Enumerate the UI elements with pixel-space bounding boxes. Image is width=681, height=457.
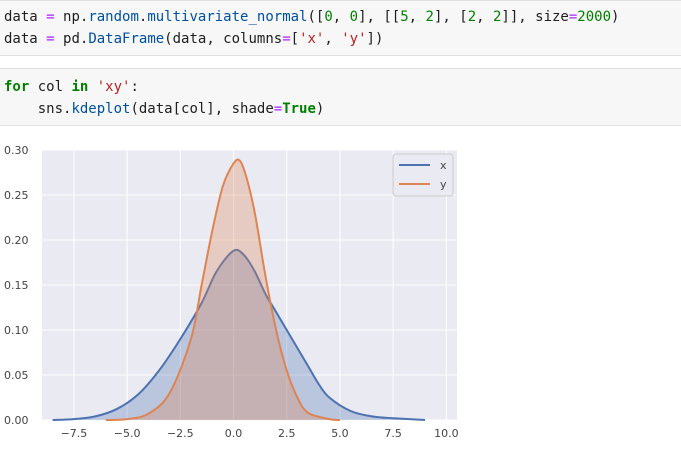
code-token: =: [46, 31, 55, 47]
code-token: random: [88, 9, 139, 25]
legend: x y: [392, 153, 454, 197]
y-tick-label: 0.25: [4, 189, 29, 202]
code-token: ]], size: [501, 9, 569, 25]
x-tick-label: 2.5: [278, 427, 296, 440]
code-token: data: [4, 9, 38, 25]
y-tick-label: 0.15: [4, 279, 29, 292]
code-token: :: [130, 79, 139, 95]
legend-label-y: y: [440, 178, 447, 191]
code-token: =: [282, 31, 291, 47]
code-token: (data, columns: [164, 31, 283, 47]
x-tick-label: 5.0: [331, 427, 349, 440]
code-token: DataFrame: [88, 31, 165, 47]
x-tick-label: −2.5: [167, 427, 194, 440]
code-cell-2[interactable]: for col in 'xy': sns.kdeplot(data[col], …: [0, 68, 681, 126]
x-tick-label: 10.0: [434, 427, 459, 440]
kde-plot: −7.5 −5.0 −2.5 0.0 2.5 5.0 7.5 10.0 0.00 0.05 0.10…: [4, 144, 459, 440]
code-token: 0: [349, 9, 359, 25]
code-cell-1[interactable]: data = np.random.multivariate_normal([0,…: [0, 0, 681, 56]
code-token: kdeplot: [71, 101, 131, 117]
code-token: sns.: [4, 101, 72, 117]
code-cell-2-source: for col in 'xy': sns.kdeplot(data[col], …: [4, 76, 324, 120]
y-tick-label: 0.20: [4, 234, 29, 247]
code-token: 'y': [341, 31, 367, 47]
code-token: 5: [400, 9, 409, 25]
x-tick-label: 7.5: [384, 427, 402, 440]
code-token: True: [282, 101, 316, 117]
y-tick-label: 0.05: [4, 369, 29, 382]
code-token: ], [: [433, 9, 468, 25]
code-token: np.: [54, 9, 89, 25]
code-token: 2: [425, 9, 434, 25]
x-tick-label: −5.0: [114, 427, 141, 440]
code-token: pd.: [54, 31, 89, 47]
code-token: multivariate_normal: [147, 9, 308, 25]
code-token: 'xy': [96, 79, 131, 95]
code-cell-1-source: data = np.random.multivariate_normal([0,…: [4, 6, 619, 50]
code-token: ,: [476, 9, 493, 25]
x-tick-label: −7.5: [61, 427, 88, 440]
y-tick-label: 0.10: [4, 324, 29, 337]
code-token: in: [71, 79, 89, 95]
code-token: 0: [324, 9, 333, 25]
code-token: for: [4, 79, 30, 95]
code-token: =: [273, 101, 283, 117]
y-tick-label: 0.30: [4, 144, 29, 157]
legend-label-x: x: [440, 159, 447, 172]
x-tick-label: 0.0: [225, 427, 243, 440]
code-token: ], [[: [358, 9, 401, 25]
code-token: (data[col], shade: [130, 101, 274, 117]
code-token: 2: [467, 9, 477, 25]
code-token: data: [4, 31, 38, 47]
code-token: =: [46, 9, 55, 25]
code-token: 'x': [299, 31, 325, 47]
code-token: ): [315, 101, 325, 117]
code-token: ): [611, 9, 620, 25]
code-token: ,: [408, 9, 426, 25]
code-token: ,: [332, 9, 350, 25]
code-token: ]): [366, 31, 384, 47]
code-token: col: [29, 79, 72, 95]
y-tick-label: 0.00: [4, 414, 29, 427]
code-token: ([: [307, 9, 325, 25]
code-token: ,: [324, 31, 342, 47]
code-token: 2000: [577, 9, 612, 25]
code-token: [: [290, 31, 300, 47]
